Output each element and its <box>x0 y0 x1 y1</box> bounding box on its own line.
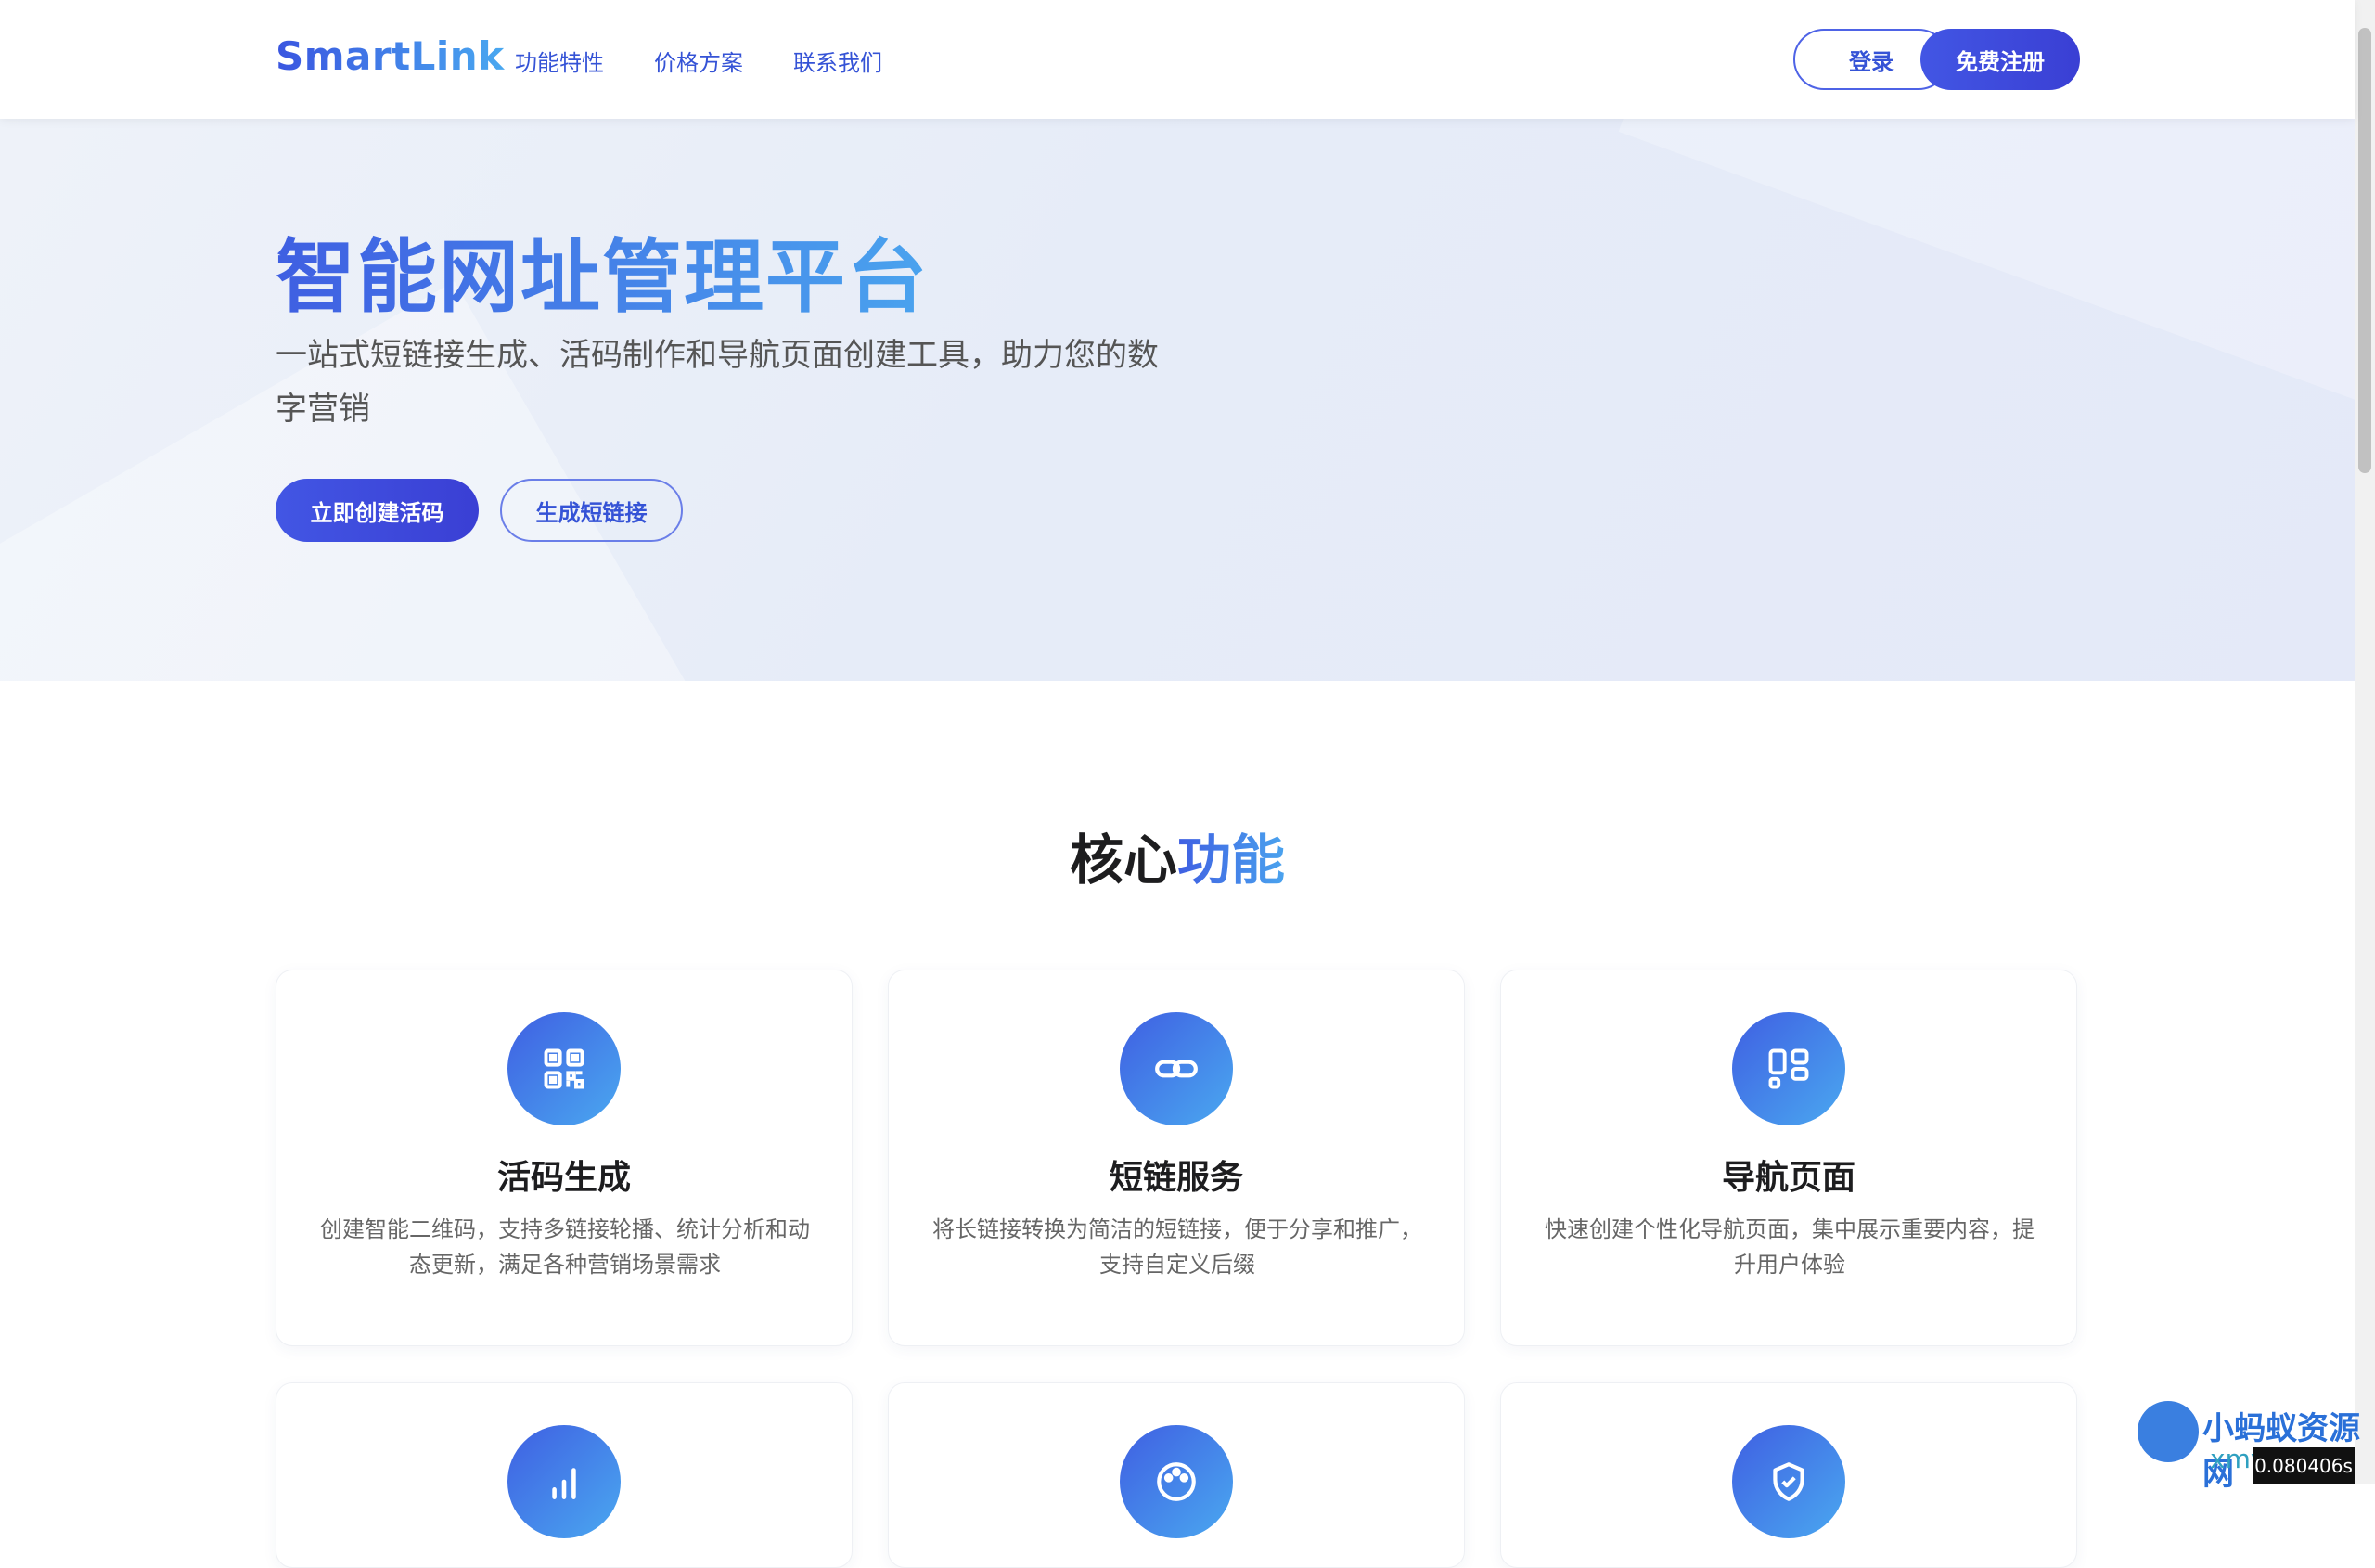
load-timer: 0.080406s <box>2253 1447 2355 1484</box>
watermark-logo-icon <box>2138 1401 2199 1462</box>
features-title-highlight: 功能 <box>1177 829 1286 892</box>
palette-icon <box>1120 1425 1233 1538</box>
feature-card-desc: 快速创建个性化导航页面，集中展示重要内容，提升用户体验 <box>1545 1216 2035 1278</box>
features-title: 核心功能 <box>0 816 2355 894</box>
generate-shortlink-button[interactable]: 生成短链接 <box>500 479 683 542</box>
hero-section: 智能网址管理平台 一站式短链接生成、活码制作和导航页面创建工具，助力您的数字营销… <box>0 119 2355 681</box>
logo[interactable]: SmartLink <box>276 33 505 79</box>
features-title-prefix: 核心 <box>1069 829 1177 892</box>
qr-code-icon <box>507 1012 621 1125</box>
feature-card-security[interactable] <box>1500 1382 2077 1568</box>
hero-decoration <box>1618 119 2355 449</box>
feature-card-shortlink[interactable]: 短链服务 将长链接转换为简洁的短链接，便于分享和推广，支持自定义后缀 <box>888 970 1465 1346</box>
register-button[interactable]: 免费注册 <box>1920 29 2080 90</box>
feature-card-desc: 将长链接转换为简洁的短链接，便于分享和推广，支持自定义后缀 <box>932 1216 1422 1278</box>
feature-card-navpage[interactable]: 导航页面 快速创建个性化导航页面，集中展示重要内容，提升用户体验 <box>1500 970 2077 1346</box>
hero-title: 智能网址管理平台 <box>276 212 929 328</box>
link-icon <box>1120 1012 1233 1125</box>
feature-card-analytics[interactable] <box>276 1382 853 1568</box>
feature-card-title: 活码生成 <box>496 1159 631 1197</box>
main-nav: 功能特性 价格方案 联系我们 <box>515 45 882 77</box>
bar-chart-icon <box>507 1425 621 1538</box>
nav-pricing[interactable]: 价格方案 <box>654 45 743 77</box>
top-navbar: SmartLink 功能特性 价格方案 联系我们 登录 免费注册 <box>0 0 2355 119</box>
nav-contact[interactable]: 联系我们 <box>793 45 882 77</box>
shield-check-icon <box>1732 1425 1845 1538</box>
create-qrcode-button[interactable]: 立即创建活码 <box>276 479 479 542</box>
feature-card-theme[interactable] <box>888 1382 1465 1568</box>
feature-card-desc: 创建智能二维码，支持多链接轮播、统计分析和动态更新，满足各种营销场景需求 <box>320 1216 810 1278</box>
feature-card-title: 导航页面 <box>1721 1159 1855 1197</box>
hero-subtitle: 一站式短链接生成、活码制作和导航页面创建工具，助力您的数字营销 <box>276 337 1159 428</box>
nav-features[interactable]: 功能特性 <box>515 45 604 77</box>
feature-card-title: 短链服务 <box>1109 1159 1243 1197</box>
scrollbar-thumb[interactable] <box>2358 28 2371 473</box>
feature-card-qrcode[interactable]: 活码生成 创建智能二维码，支持多链接轮播、统计分析和动态更新，满足各种营销场景需… <box>276 970 853 1346</box>
layout-icon <box>1732 1012 1845 1125</box>
